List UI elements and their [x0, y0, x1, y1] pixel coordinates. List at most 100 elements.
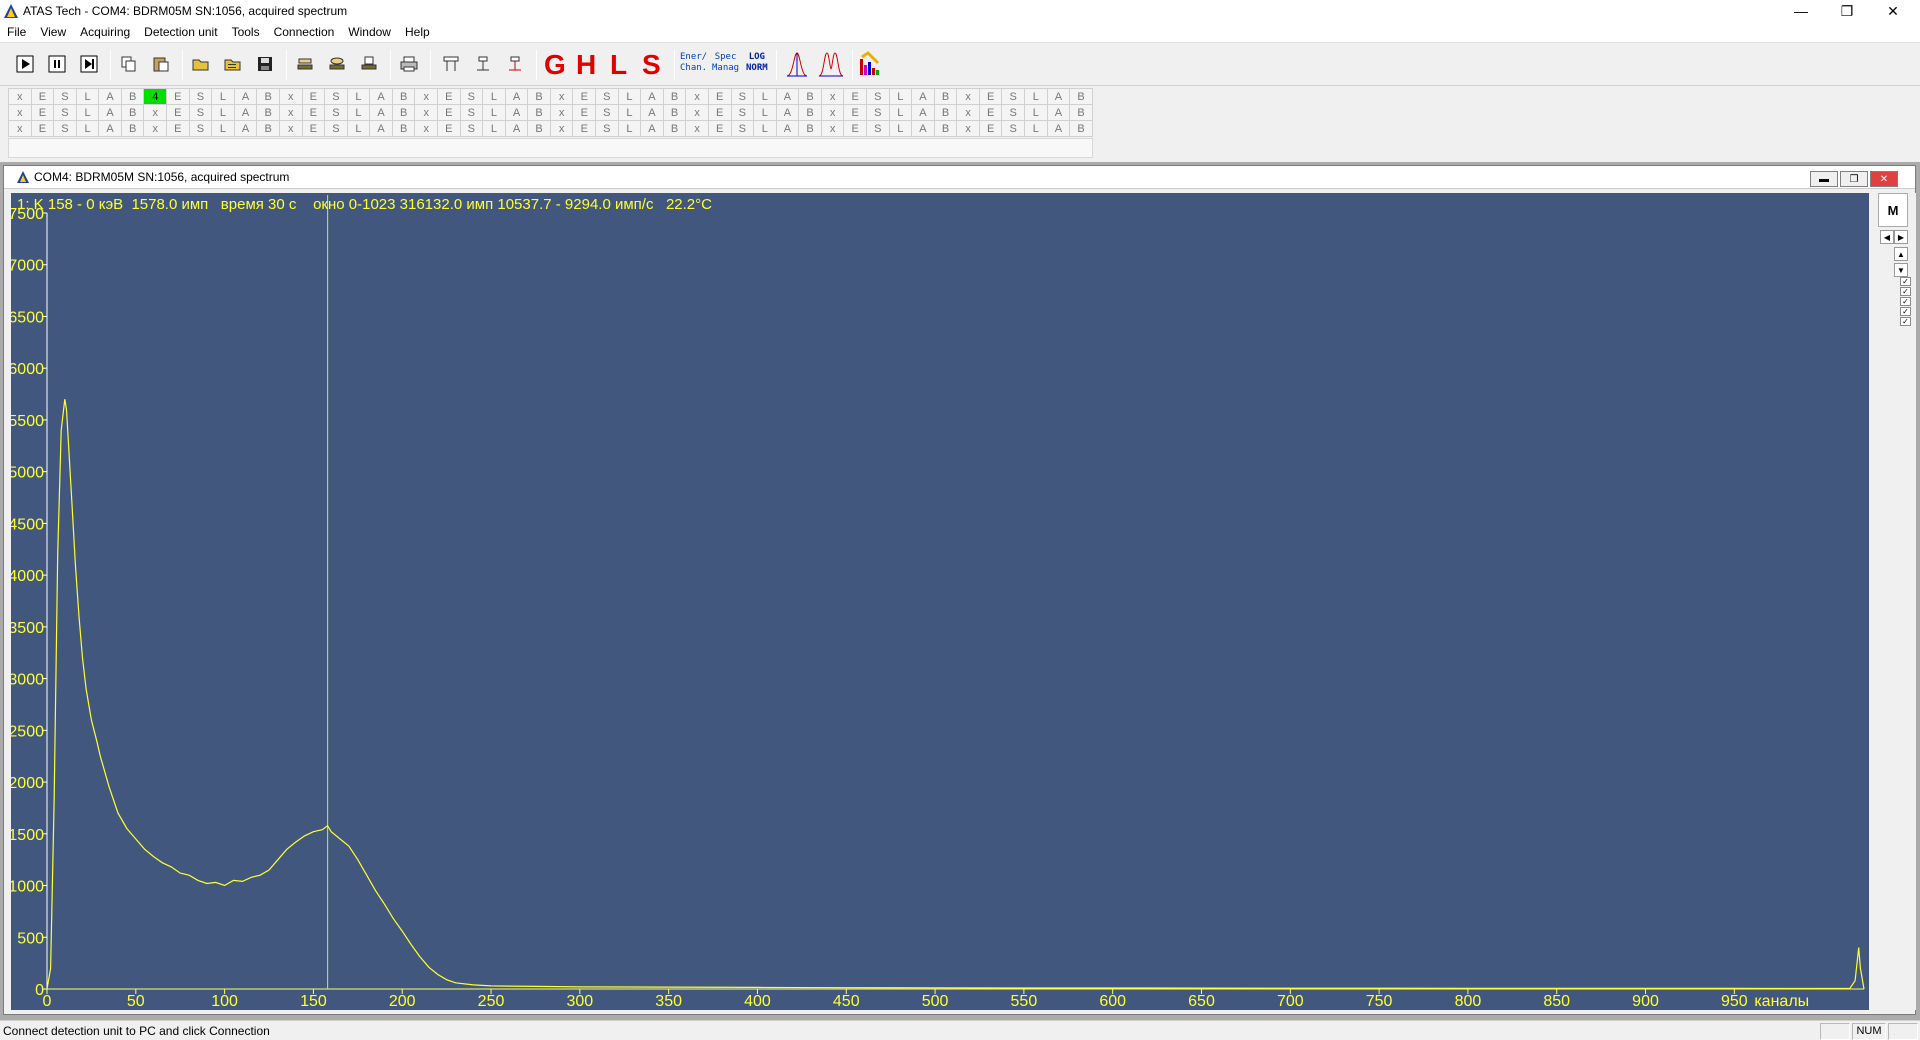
grid-cell[interactable]: B — [527, 120, 551, 137]
grid-cell[interactable]: A — [233, 104, 258, 121]
grid-cell[interactable]: E — [707, 104, 732, 121]
grid-cell[interactable]: S — [865, 88, 890, 105]
close-button[interactable]: ✕ — [1870, 0, 1916, 22]
grid-cell[interactable]: A — [369, 104, 393, 121]
grid-cell[interactable]: S — [188, 88, 213, 105]
grid-cell[interactable]: x — [278, 88, 303, 105]
grid-cell[interactable]: x — [956, 104, 980, 121]
grid-cell[interactable]: A — [1046, 120, 1071, 137]
grid-cell[interactable]: E — [572, 120, 597, 137]
grid-cell[interactable]: E — [978, 88, 1003, 105]
grid-cell[interactable]: x — [143, 104, 168, 121]
grid-cell[interactable]: E — [30, 120, 55, 137]
series-checkbox-3[interactable]: ✓ — [1900, 297, 1911, 306]
grid-cell[interactable]: x — [549, 88, 574, 105]
restore-button[interactable]: ❐ — [1824, 0, 1870, 22]
grid-cell[interactable]: x — [143, 120, 168, 137]
grid-cell[interactable]: S — [188, 104, 213, 121]
grid-cell[interactable]: B — [256, 88, 280, 105]
grid-cell[interactable]: L — [211, 104, 235, 121]
load-spectrum-button[interactable] — [292, 51, 318, 77]
peak-single-button[interactable] — [784, 51, 810, 77]
grid-cell[interactable]: E — [843, 88, 867, 105]
marker-red-button[interactable] — [502, 51, 528, 77]
grid-cell[interactable]: B — [391, 120, 416, 137]
l-button[interactable]: L — [610, 49, 627, 81]
grid-cell[interactable]: x — [278, 104, 303, 121]
grid-cell[interactable]: A — [1046, 104, 1071, 121]
grid-cell[interactable]: E — [436, 104, 461, 121]
grid-cell[interactable]: A — [1046, 88, 1071, 105]
grid-cell[interactable]: L — [482, 120, 506, 137]
grid-cell[interactable]: L — [1024, 104, 1048, 121]
grid-cell[interactable]: S — [459, 104, 484, 121]
child-restore-button[interactable]: ❐ — [1840, 171, 1868, 187]
log-norm-button[interactable]: LOG NORM — [746, 52, 768, 74]
grid-cell[interactable]: L — [617, 88, 642, 105]
scroll-down-button[interactable]: ▼ — [1894, 263, 1908, 277]
menu-help[interactable]: Help — [398, 22, 437, 43]
grid-cell[interactable]: A — [911, 120, 935, 137]
spectrum-manager-button[interactable]: Spec Manag — [712, 52, 739, 74]
grid-cell[interactable]: S — [324, 88, 348, 105]
grid-cell[interactable]: B — [1069, 88, 1093, 105]
grid-cell[interactable]: E — [166, 120, 190, 137]
grid-cell[interactable]: A — [98, 120, 122, 137]
grid-cell[interactable]: L — [211, 120, 235, 137]
grid-cell[interactable]: A — [911, 88, 935, 105]
open-button[interactable] — [188, 51, 214, 77]
grid-cell[interactable]: A — [775, 88, 800, 105]
copy-button[interactable] — [116, 51, 142, 77]
grid-cell[interactable]: B — [120, 104, 145, 121]
peak-double-button[interactable] — [818, 51, 844, 77]
menu-file[interactable]: File — [0, 22, 33, 43]
grid-cell[interactable]: A — [775, 120, 800, 137]
grid-cell[interactable]: B — [527, 88, 551, 105]
grid-cell[interactable]: E — [301, 120, 326, 137]
grid-cell[interactable]: x — [685, 104, 709, 121]
grid-cell[interactable]: A — [98, 88, 122, 105]
grid-cell[interactable]: B — [662, 120, 687, 137]
grid-cell[interactable]: S — [459, 88, 484, 105]
grid-cell[interactable]: E — [30, 88, 55, 105]
spectrum-plot-area[interactable]: 0 500 1000 1500 2000 2500 3000 3500 4000 4500 5000… — [11, 193, 1869, 1010]
grid-cell[interactable]: x — [820, 88, 845, 105]
step-button[interactable] — [76, 51, 102, 77]
energy-channel-button[interactable]: Ener/ Chan. — [680, 52, 707, 74]
grid-cell[interactable]: E — [436, 88, 461, 105]
grid-cell[interactable]: L — [346, 120, 371, 137]
menu-detection-unit[interactable]: Detection unit — [137, 22, 224, 43]
grid-cell[interactable]: L — [482, 88, 506, 105]
grid-cell[interactable]: S — [324, 104, 348, 121]
grid-cell[interactable]: E — [707, 88, 732, 105]
grid-cell[interactable]: x — [8, 104, 32, 121]
grid-cell[interactable]: A — [911, 104, 935, 121]
menu-window[interactable]: Window — [341, 22, 398, 43]
grid-cell[interactable]: E — [572, 104, 597, 121]
grid-cell[interactable]: A — [640, 120, 664, 137]
grid-cell[interactable]: x — [956, 88, 980, 105]
grid-cell[interactable]: x — [956, 120, 980, 137]
grid-cell[interactable]: L — [888, 104, 913, 121]
play-button[interactable] — [12, 51, 38, 77]
grid-cell[interactable]: A — [233, 120, 258, 137]
h-button[interactable]: H — [576, 49, 596, 81]
grid-cell[interactable]: A — [504, 104, 529, 121]
grid-cell[interactable]: x — [820, 104, 845, 121]
series-checkbox-5[interactable]: ✓ — [1900, 317, 1911, 326]
grid-cell[interactable]: S — [730, 88, 755, 105]
grid-cell[interactable]: L — [888, 120, 913, 137]
grid-cell[interactable]: A — [640, 104, 664, 121]
grid-cell[interactable]: x — [549, 120, 574, 137]
s-button[interactable]: S — [642, 49, 661, 81]
grid-cell[interactable]: S — [324, 120, 348, 137]
grid-cell[interactable]: S — [595, 88, 619, 105]
marker-pair-button[interactable] — [438, 51, 464, 77]
grid-cell[interactable]: S — [730, 120, 755, 137]
grid-cell[interactable]: S — [595, 104, 619, 121]
grid-cell[interactable]: x — [549, 104, 574, 121]
spectrum-analysis-button[interactable] — [858, 51, 884, 77]
grid-cell[interactable]: A — [233, 88, 258, 105]
grid-cell[interactable]: E — [166, 88, 190, 105]
grid-cell[interactable]: A — [98, 104, 122, 121]
